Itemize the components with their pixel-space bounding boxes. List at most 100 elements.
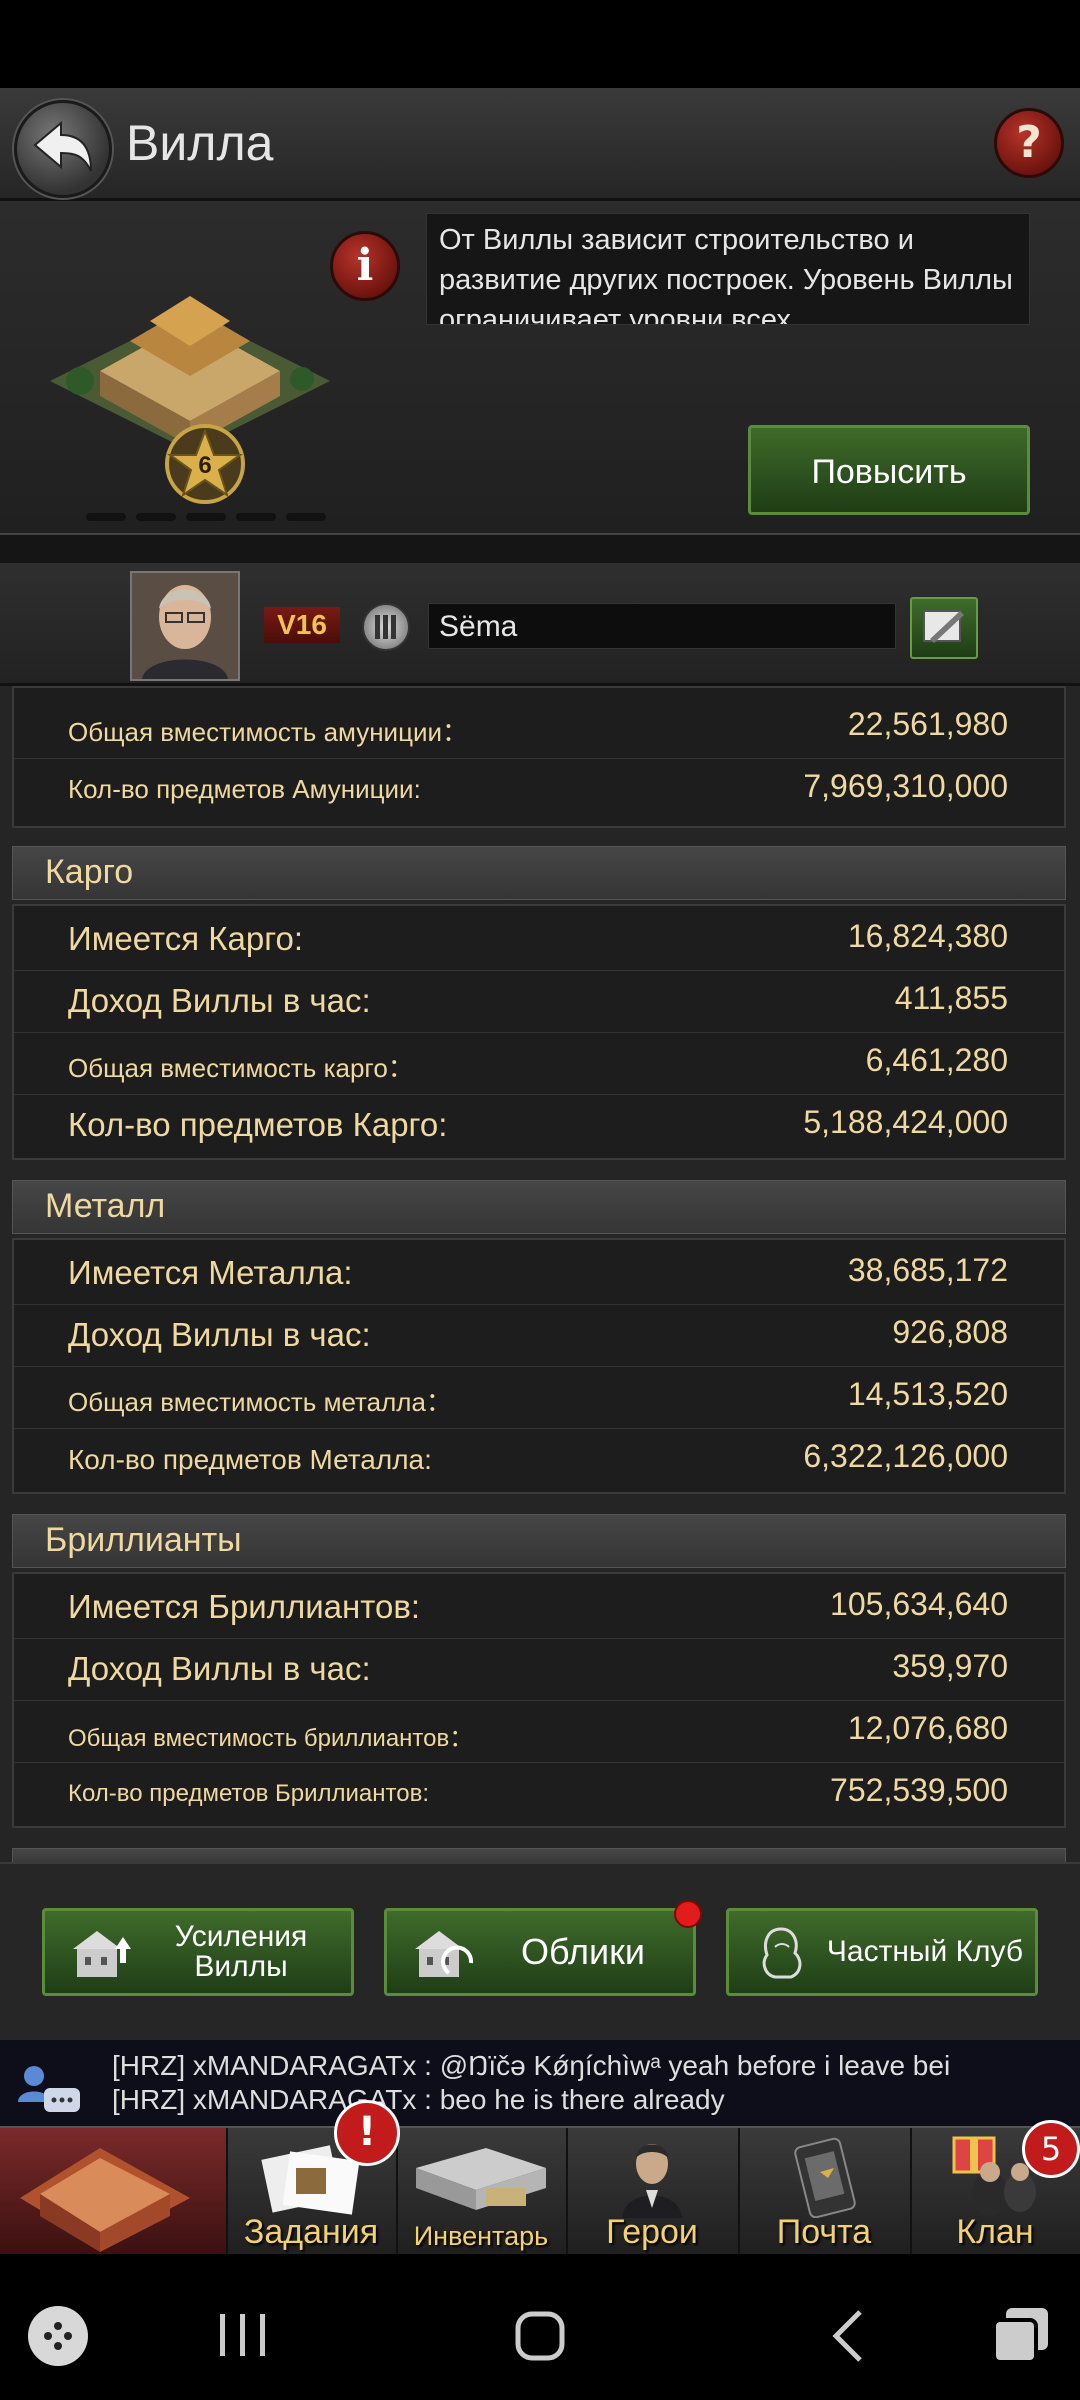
header-bar: Вилла ?	[0, 88, 1080, 201]
list-item: Имеется Бриллиантов: 105,634,640	[14, 1576, 1064, 1639]
info-button[interactable]: i	[330, 231, 400, 301]
row-label: Доход Виллы в час:	[68, 1650, 371, 1687]
list-item: Доход Виллы в час: 926,808	[14, 1304, 1064, 1367]
divider	[0, 533, 1080, 565]
nav-mail-label: Почта	[776, 2213, 872, 2251]
action-bar: Усиления Виллы Облики Частный Клуб	[0, 1862, 1080, 2042]
list-item: Имеется Металла: 38,685,172	[14, 1242, 1064, 1305]
villa-boosts-button[interactable]: Усиления Виллы	[42, 1908, 354, 1996]
list-item: Доход Виллы в час: 411,855	[14, 970, 1064, 1033]
villa-skin-icon	[415, 1931, 474, 1977]
skins-label: Облики	[521, 1931, 645, 1972]
bottom-nav: Задания Инвентарь Герои Почта Клан	[0, 2126, 1080, 2256]
nav-heroes-label: Герои	[606, 2213, 698, 2251]
system-nav-bar	[0, 2254, 1080, 2400]
row-label: Кол-во предметов Карго:	[68, 1106, 448, 1143]
row-value: 752,539,500	[830, 1772, 1008, 1808]
chat-message-1: [HRZ] xMANDARAGATx : @Ŋïčə Κǿŋíchìwᵃ yea…	[112, 2050, 951, 2081]
row-label: Доход Виллы в час:	[68, 1316, 371, 1353]
multiwindow-icon[interactable]	[990, 2304, 1054, 2368]
clan-count-badge: 5	[1022, 2120, 1080, 2178]
row-label: Общая вместимость бриллиантов：	[68, 1725, 474, 1752]
level-star-icon: 6	[165, 424, 245, 504]
list-item: Кол-во предметов Амуниции: 7,969,310,000	[14, 758, 1064, 820]
help-button[interactable]: ?	[994, 108, 1064, 178]
back-button[interactable]	[14, 100, 112, 198]
next-section-header	[12, 1848, 1066, 1862]
recent-apps-icon[interactable]	[214, 2310, 274, 2360]
player-row: V16 Sëma	[0, 563, 1080, 686]
row-value: 926,808	[892, 1314, 1008, 1350]
section-title: Бриллианты	[45, 1521, 242, 1559]
edit-icon	[923, 610, 964, 643]
phone-mail-icon	[794, 2137, 856, 2219]
upgrade-button[interactable]: Повысить	[748, 425, 1030, 515]
row-value: 5,188,424,000	[803, 1104, 1008, 1140]
nav-inventory-label: Инвентарь	[413, 2221, 549, 2251]
list-item: Общая вместимость бриллиантов： 12,076,680	[14, 1700, 1064, 1763]
nav-inventory[interactable]: Инвентарь	[396, 2128, 568, 2256]
row-value: 6,461,280	[865, 1042, 1008, 1078]
chat-people-icon	[18, 2066, 80, 2112]
section-header-diamonds: Бриллианты	[12, 1514, 1066, 1568]
nav-mail[interactable]: Почта	[738, 2128, 912, 2256]
skins-button[interactable]: Облики	[384, 1908, 696, 1996]
tasks-alert-badge: !	[334, 2100, 400, 2166]
villa-nav-icon	[20, 2148, 190, 2252]
villa-boost-icon	[73, 1931, 131, 1977]
list-item: Доход Виллы в час: 359,970	[14, 1638, 1064, 1701]
chat-preview[interactable]: [HRZ] xMANDARAGATx : @Ŋïčə Κǿŋíchìwᵃ yea…	[0, 2040, 1080, 2126]
row-value: 16,824,380	[847, 918, 1008, 954]
private-club-button[interactable]: Частный Клуб	[726, 1908, 1038, 1996]
row-value: 38,685,172	[847, 1252, 1008, 1288]
building-description: От Виллы зависит строительство и развити…	[426, 213, 1030, 325]
chat-message-2: [HRZ] xMANDARAGATx : beo he is there alr…	[112, 2084, 725, 2115]
ammo-section-body: Общая вместимость амуниции： 22,561,980 К…	[12, 686, 1066, 828]
list-item: Кол-во предметов Металла: 6,322,126,000	[14, 1428, 1064, 1490]
row-label: Общая вместимость металла：	[68, 1387, 452, 1417]
row-value: 105,634,640	[830, 1586, 1008, 1622]
back-nav-icon[interactable]	[824, 2306, 874, 2366]
player-name-field[interactable]: Sëma	[428, 603, 896, 649]
list-item: Общая вместимость металла： 14,513,520	[14, 1366, 1064, 1429]
nav-tasks-label: Задания	[243, 2213, 379, 2251]
private-club-label: Частный Клуб	[826, 1935, 1024, 1968]
cargo-section-body: Имеется Карго: 16,824,380 Доход Виллы в ч…	[12, 904, 1066, 1160]
list-item: Кол-во предметов Бриллиантов: 752,539,500	[14, 1762, 1064, 1824]
resource-list[interactable]: Общая вместимость амуниции： 22,561,980 К…	[0, 686, 1080, 1862]
status-bar	[0, 0, 1080, 88]
list-item: Общая вместимость амуниции： 22,561,980	[14, 696, 1064, 759]
row-label: Кол-во предметов Амуниции:	[68, 774, 421, 804]
list-item: Кол-во предметов Карго: 5,188,424,000	[14, 1094, 1064, 1156]
edit-name-button[interactable]	[910, 597, 978, 659]
metal-section-body: Имеется Металла: 38,685,172 Доход Виллы в…	[12, 1238, 1066, 1494]
row-value: 12,076,680	[847, 1710, 1008, 1746]
section-title: Карго	[45, 853, 134, 891]
game-launcher-icon[interactable]	[24, 2302, 92, 2370]
row-value: 7,969,310,000	[803, 768, 1008, 804]
back-arrow-icon	[33, 120, 92, 172]
lady-silhouette-icon	[762, 1927, 802, 1979]
row-label: Имеется Карго:	[68, 920, 304, 957]
list-item: Общая вместимость карго： 6,461,280	[14, 1032, 1064, 1095]
row-label: Общая вместимость карго：	[68, 1053, 414, 1083]
rank-icon	[362, 603, 410, 651]
section-title: Металл	[45, 1187, 166, 1225]
row-label: Имеется Металла:	[68, 1254, 353, 1291]
diamonds-section-body: Имеется Бриллиантов: 105,634,640 Доход Ви…	[12, 1572, 1066, 1828]
briefcase-icon	[416, 2148, 546, 2210]
nav-villa[interactable]	[0, 2128, 228, 2256]
villa-boosts-label: Усиления Виллы	[174, 1920, 308, 1983]
row-label: Кол-во предметов Металла:	[68, 1444, 432, 1475]
home-icon[interactable]	[510, 2306, 570, 2366]
page-title: Вилла	[126, 115, 274, 171]
level-number: 6	[198, 452, 211, 479]
row-value: 6,322,126,000	[803, 1438, 1008, 1474]
nav-heroes[interactable]: Герои	[566, 2128, 740, 2256]
row-label: Кол-во предметов Бриллиантов:	[68, 1780, 430, 1807]
nav-clan-label: Клан	[956, 2213, 1034, 2251]
section-header-metal: Металл	[12, 1180, 1066, 1234]
avatar[interactable]	[130, 571, 240, 681]
notification-dot	[674, 1900, 702, 1928]
row-value: 359,970	[892, 1648, 1008, 1684]
